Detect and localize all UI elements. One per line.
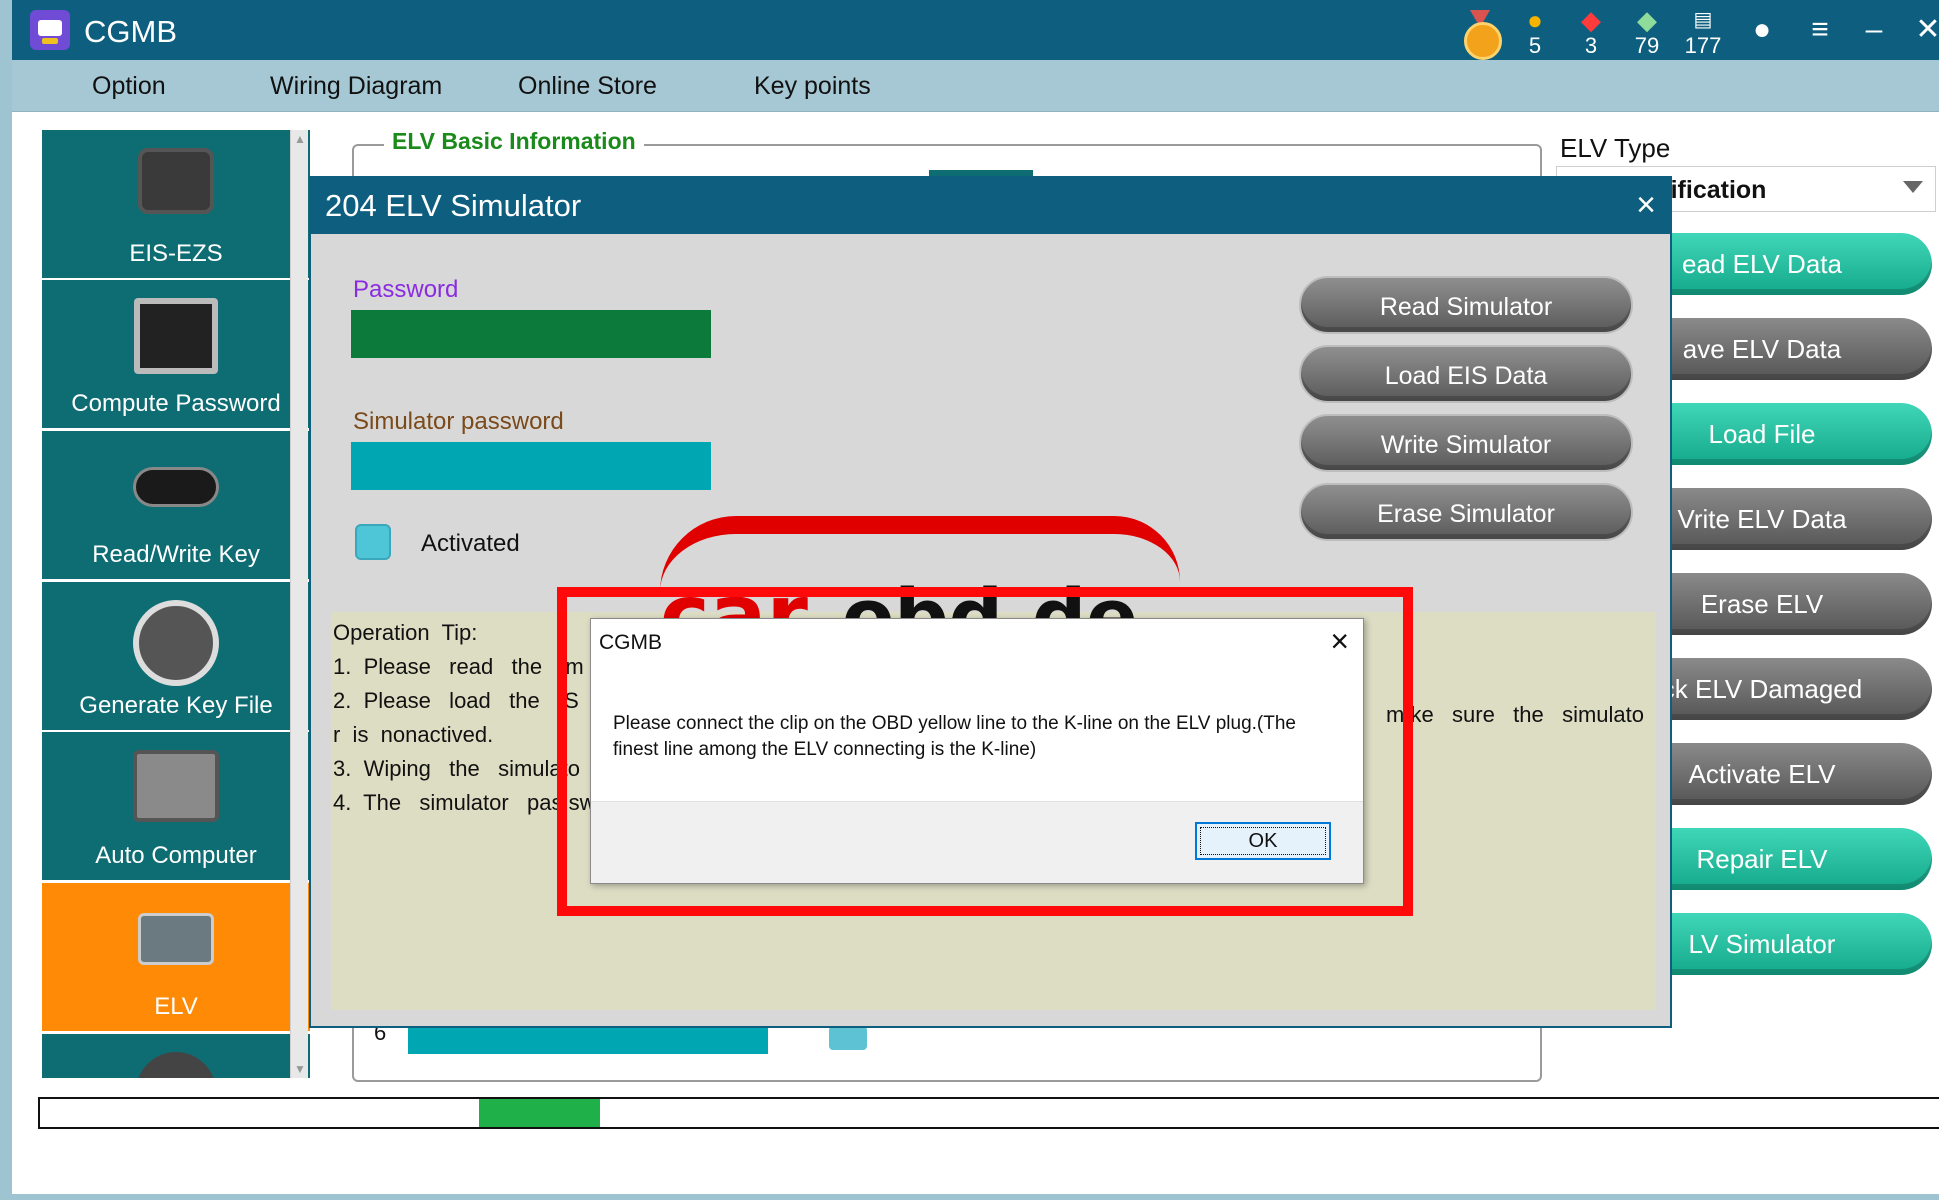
- menu-online-store[interactable]: Online Store: [518, 72, 657, 101]
- gems-stat[interactable]: ◆ 79: [1622, 6, 1672, 60]
- ignition-switch-icon: [138, 148, 214, 214]
- sidebar-scrollbar[interactable]: ▲ ▼: [290, 130, 308, 1078]
- calendar-icon: ▤: [1693, 9, 1713, 31]
- simulator-title-bar: 204 ELV Simulator ×: [311, 178, 1670, 234]
- elv-type-label: ELV Type: [1560, 133, 1671, 163]
- read-simulator-button[interactable]: Read Simulator: [1299, 276, 1633, 334]
- ecu-icon: [133, 750, 219, 822]
- sidebar-item-read-write-key[interactable]: Read/Write Key: [42, 431, 310, 579]
- app-logo-icon: [30, 10, 70, 50]
- minimize-icon[interactable]: –: [1854, 10, 1894, 50]
- simulator-password-label: Simulator password: [353, 408, 564, 435]
- tip-line: 1. Please read the im: [333, 654, 584, 679]
- progress-fill: [478, 1099, 601, 1127]
- sidebar-item-elv[interactable]: ELV: [42, 883, 310, 1031]
- coin-icon: ●: [1527, 5, 1543, 35]
- coins-stat[interactable]: ● 5: [1510, 6, 1560, 60]
- user-icon[interactable]: ●: [1742, 10, 1782, 50]
- write-simulator-button[interactable]: Write Simulator: [1299, 414, 1633, 472]
- rubies-stat[interactable]: ◆ 3: [1566, 6, 1616, 60]
- gauge-icon: [136, 1052, 216, 1078]
- menu-icon[interactable]: ≡: [1800, 10, 1840, 50]
- highlight-frame: [557, 587, 1413, 916]
- activated-label: Activated: [421, 530, 520, 557]
- menu-wiring-diagram[interactable]: Wiring Diagram: [270, 72, 442, 101]
- menu-key-points[interactable]: Key points: [754, 72, 871, 101]
- activated-checkbox[interactable]: [355, 524, 391, 560]
- tip-line: 2. Please load the IS: [333, 688, 579, 713]
- scroll-down-icon[interactable]: ▼: [291, 1060, 309, 1078]
- sidebar-item-more[interactable]: [42, 1034, 310, 1078]
- medal-icon[interactable]: [1460, 10, 1502, 60]
- scroll-up-icon[interactable]: ▲: [291, 130, 309, 148]
- info-checkbox[interactable]: [829, 1026, 867, 1050]
- load-eis-data-button[interactable]: Load EIS Data: [1299, 345, 1633, 403]
- sidebar-item-eis-ezs[interactable]: EIS-EZS: [42, 130, 310, 278]
- tip-heading: Operation Tip:: [333, 620, 478, 645]
- info-value-field: [408, 1026, 768, 1054]
- ruby-icon: ◆: [1581, 5, 1601, 35]
- app-window: CGMB ● 5 ◆ 3 ◆ 79 ▤ 177 ● ≡ – ✕ Option W…: [0, 0, 1939, 1200]
- chip-icon: [134, 298, 218, 374]
- sidebar: EIS-EZS Compute Password Read/Write Key …: [42, 130, 320, 1078]
- tip-line: 3. Wiping the simulato: [333, 756, 580, 781]
- tip-line: r is nonactived.: [333, 722, 494, 747]
- points-stat[interactable]: ▤ 177: [1678, 6, 1728, 60]
- menu-bar: Option Wiring Diagram Online Store Key p…: [12, 60, 1939, 112]
- simulator-password-field[interactable]: [351, 442, 711, 490]
- password-field[interactable]: [351, 310, 711, 358]
- password-label: Password: [353, 276, 459, 303]
- sidebar-item-generate-key-file[interactable]: Generate Key File: [42, 582, 310, 730]
- sidebar-item-auto-computer[interactable]: Auto Computer: [42, 732, 310, 880]
- elv-basic-info-title: ELV Basic Information: [384, 128, 644, 155]
- tip-line-continued: m ke sure the simulato: [1386, 702, 1644, 727]
- close-icon[interactable]: ✕: [1908, 10, 1939, 50]
- simulator-close-icon[interactable]: ×: [1636, 186, 1656, 225]
- sidebar-item-compute-password[interactable]: Compute Password: [42, 280, 310, 428]
- gem-icon: ◆: [1637, 5, 1657, 35]
- elv-module-icon: [138, 913, 214, 965]
- progress-bar: [38, 1097, 1939, 1129]
- car-key-icon: [133, 467, 219, 507]
- title-bar: CGMB ● 5 ◆ 3 ◆ 79 ▤ 177 ● ≡ – ✕: [12, 0, 1939, 60]
- simulator-title: 204 ELV Simulator: [325, 188, 582, 223]
- menu-option[interactable]: Option: [92, 72, 166, 101]
- chevron-down-icon: [1903, 181, 1923, 193]
- erase-simulator-button[interactable]: Erase Simulator: [1299, 483, 1633, 541]
- printer-icon: [133, 600, 219, 686]
- app-title: CGMB: [84, 14, 177, 49]
